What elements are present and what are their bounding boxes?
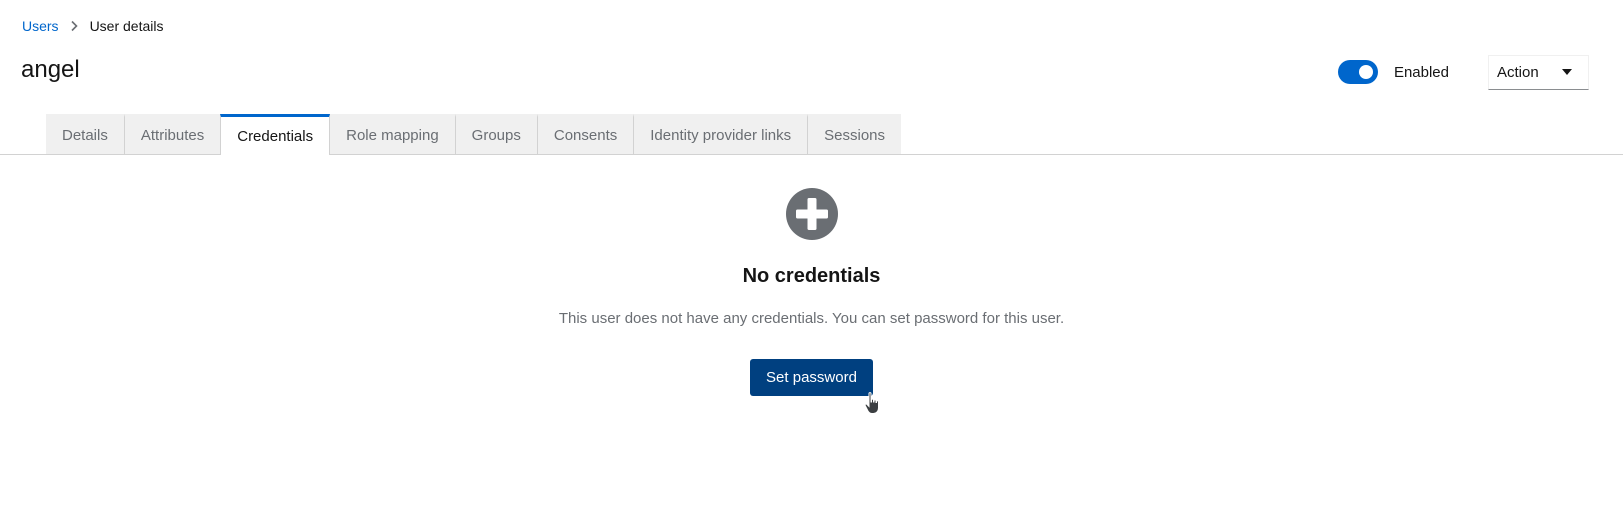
tab-role-mapping[interactable]: Role mapping bbox=[330, 114, 456, 154]
empty-state-body: This user does not have any credentials.… bbox=[558, 310, 1065, 327]
tab-details[interactable]: Details bbox=[46, 114, 125, 154]
chevron-right-icon bbox=[70, 20, 78, 32]
plus-circle-icon bbox=[785, 188, 838, 240]
tab-sessions[interactable]: Sessions bbox=[808, 114, 902, 154]
empty-state: No credentials This user does not have a… bbox=[0, 187, 1623, 396]
breadcrumb-users-link[interactable]: Users bbox=[22, 18, 59, 34]
tab-credentials[interactable]: Credentials bbox=[220, 114, 331, 155]
tab-consents[interactable]: Consents bbox=[537, 114, 635, 154]
hand-cursor-icon bbox=[864, 392, 879, 414]
tab-groups[interactable]: Groups bbox=[455, 114, 538, 154]
empty-state-title: No credentials bbox=[742, 265, 881, 287]
enabled-toggle[interactable] bbox=[1337, 60, 1378, 84]
tab-bar: Details Attributes Credentials Role mapp… bbox=[0, 114, 1623, 155]
set-password-button[interactable]: Set password bbox=[750, 359, 873, 396]
breadcrumb-current: User details bbox=[89, 18, 164, 34]
action-dropdown-label: Action bbox=[1497, 63, 1539, 81]
tab-attributes[interactable]: Attributes bbox=[124, 114, 222, 154]
header-controls: Enabled Action bbox=[1337, 54, 1589, 90]
action-dropdown[interactable]: Action bbox=[1488, 54, 1589, 90]
caret-down-icon bbox=[1562, 69, 1572, 75]
tab-identity-provider-links[interactable]: Identity provider links bbox=[634, 114, 809, 154]
breadcrumb: Users User details bbox=[22, 18, 163, 34]
toggle-knob bbox=[1358, 65, 1373, 79]
page-title: angel bbox=[21, 56, 80, 83]
enabled-label: Enabled bbox=[1393, 63, 1449, 81]
